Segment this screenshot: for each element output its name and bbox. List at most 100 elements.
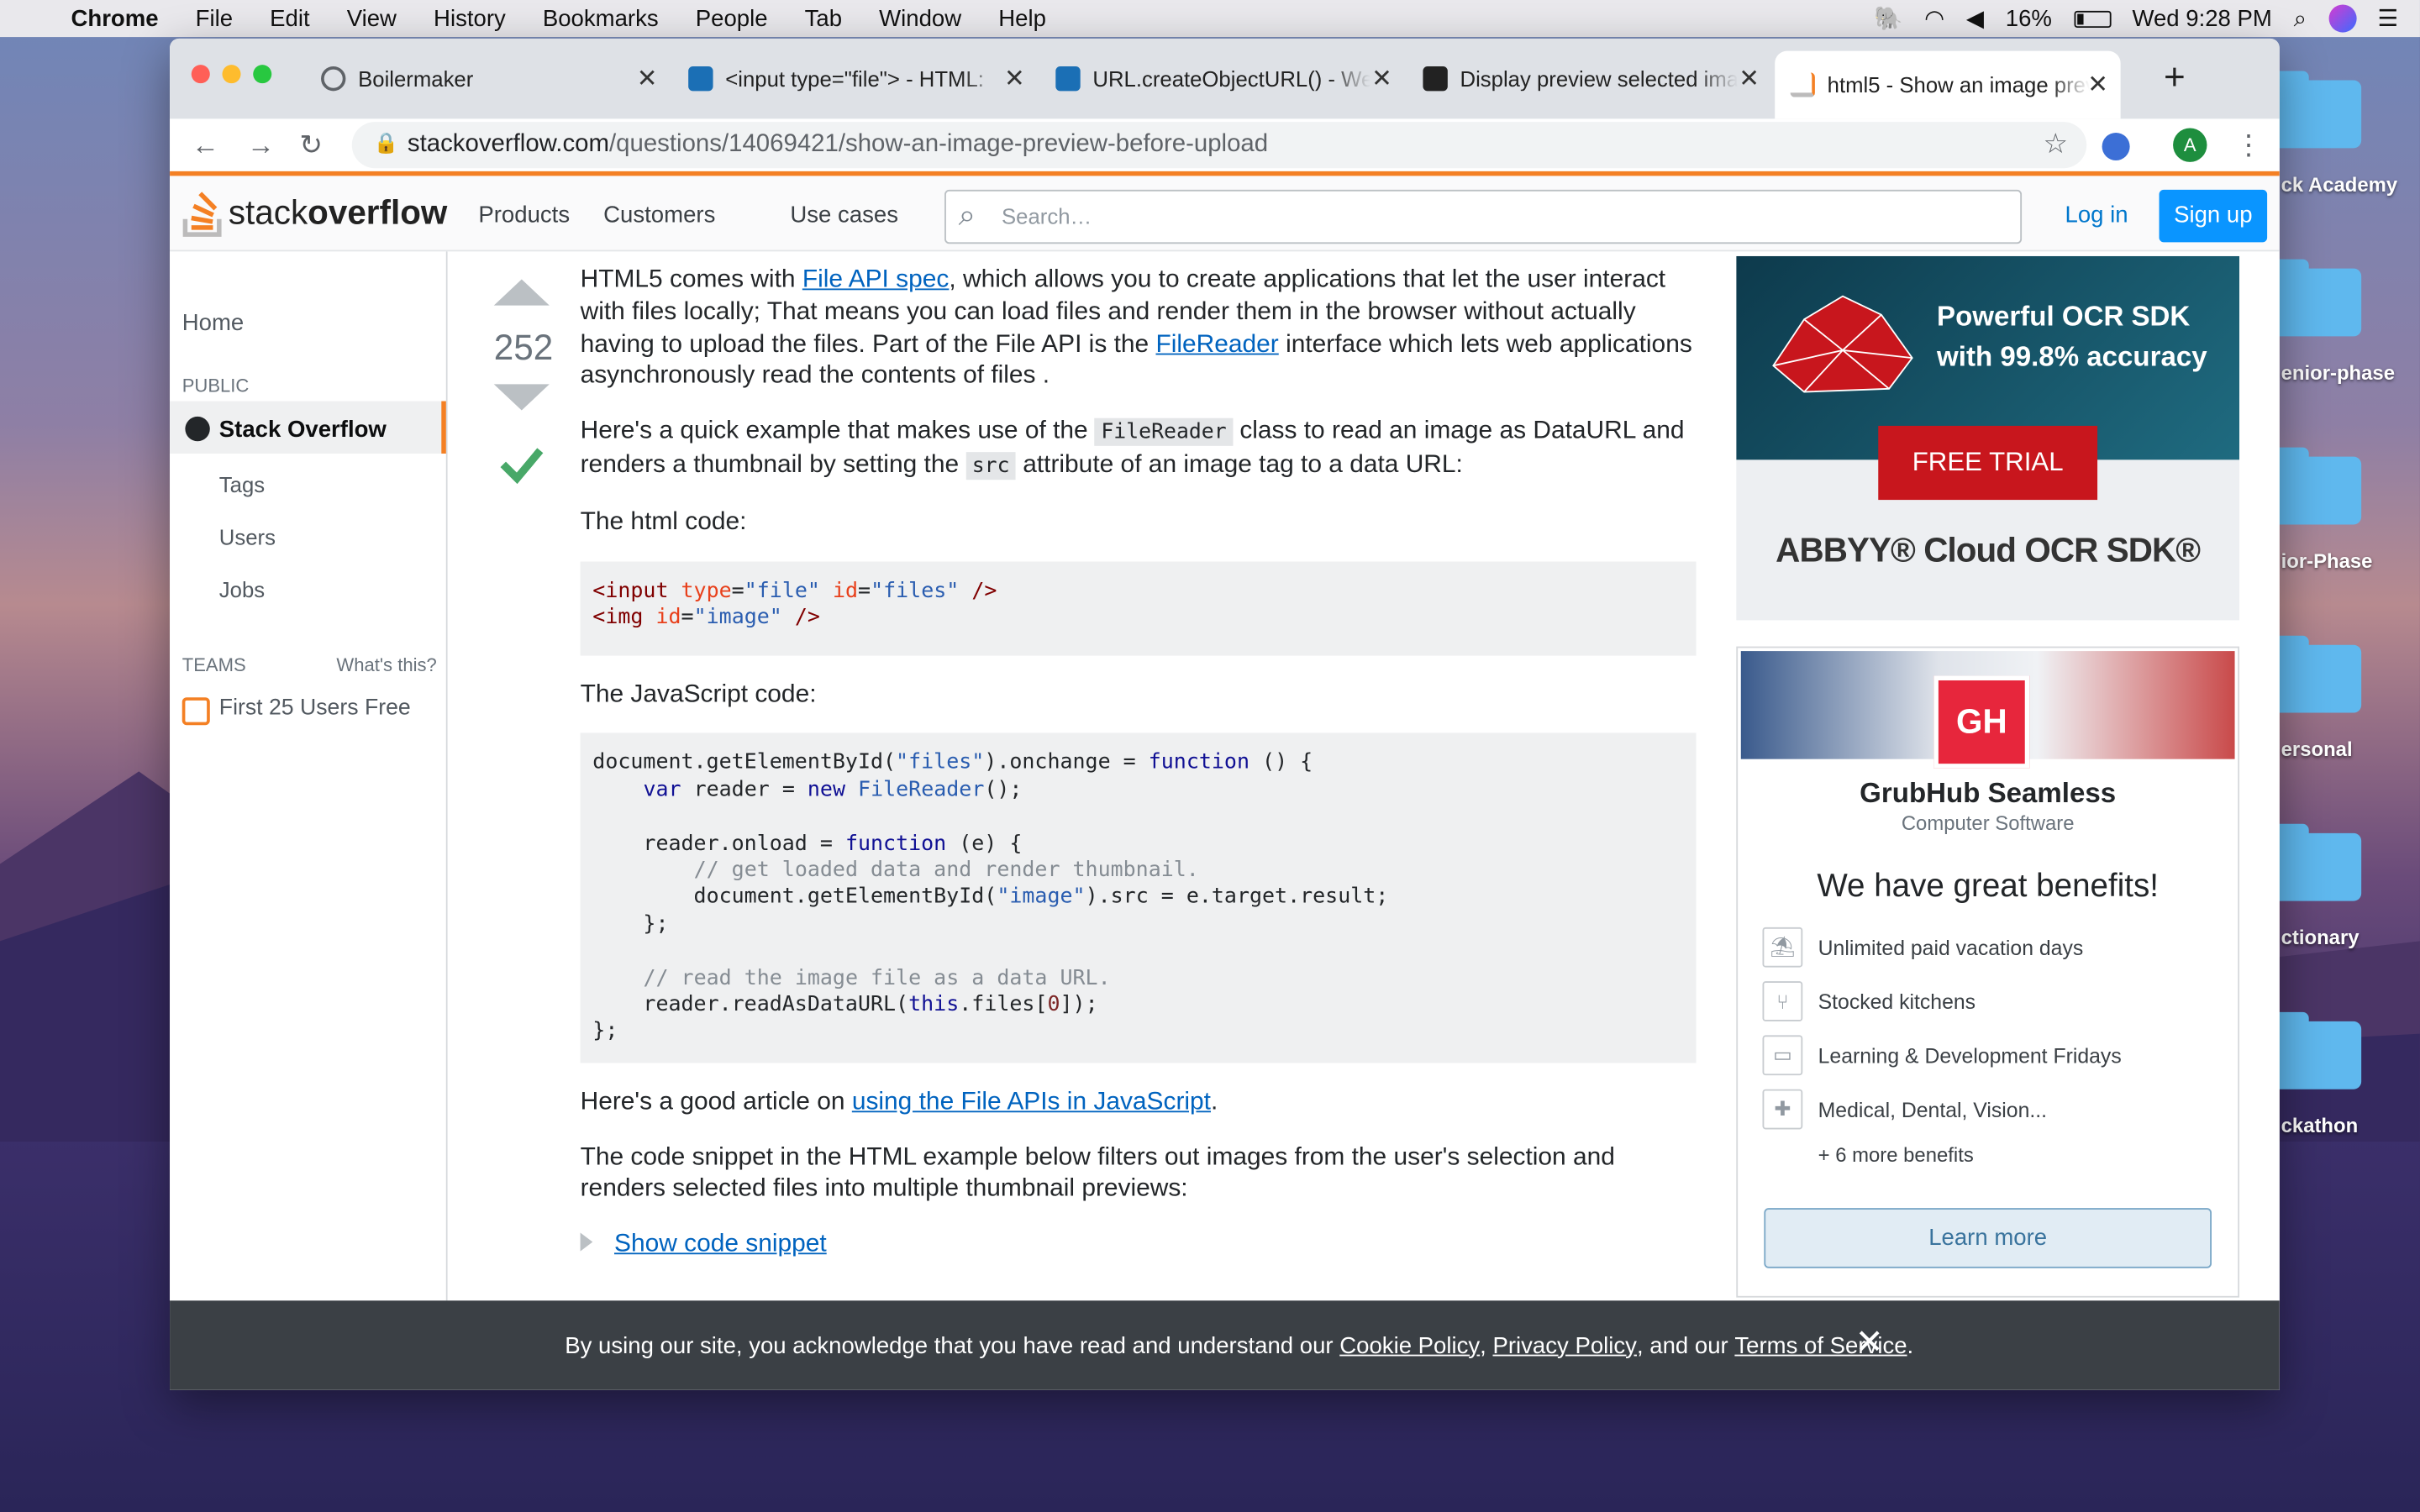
- menu-window[interactable]: Window: [860, 5, 980, 31]
- logo-text-overflow: overflow: [308, 192, 448, 232]
- sidebar-caption-public: PUBLIC: [182, 375, 250, 397]
- forward-icon[interactable]: →: [247, 129, 275, 162]
- bookmark-star-icon[interactable]: ☆: [2044, 128, 2069, 160]
- zoom-window-button[interactable]: [253, 65, 272, 84]
- lock-icon[interactable]: 🔒: [373, 131, 398, 155]
- mdn-icon: [688, 66, 713, 92]
- close-cookie-banner-icon[interactable]: ✕: [1855, 1322, 1884, 1362]
- new-tab-button[interactable]: +: [2149, 54, 2195, 103]
- menu-edit[interactable]: Edit: [251, 5, 329, 31]
- downvote-icon[interactable]: [493, 384, 550, 411]
- menu-people[interactable]: People: [677, 5, 786, 31]
- desktop-folder-icon[interactable]: [2271, 71, 2362, 149]
- menu-history[interactable]: History: [415, 5, 524, 31]
- js-code-block[interactable]: document.getElementById("files").onchang…: [580, 733, 1697, 1063]
- triangle-right-icon: [580, 1232, 593, 1252]
- profile-avatar[interactable]: A: [2173, 128, 2207, 162]
- sidebar-item-jobs[interactable]: Jobs: [219, 577, 265, 601]
- desktop-folder-label[interactable]: enior-phase: [2281, 361, 2395, 385]
- file-apis-article-link[interactable]: using the File APIs in JavaScript: [852, 1088, 1211, 1116]
- cookie-policy-link[interactable]: Cookie Policy: [1339, 1332, 1480, 1358]
- nav-use-cases[interactable]: Use cases: [790, 202, 898, 228]
- sidebar-item-tags[interactable]: Tags: [219, 472, 265, 496]
- chrome-window: Boilermaker ✕ <input type="file"> - HTML…: [170, 38, 2280, 1390]
- desktop-folder-label[interactable]: ctionary: [2281, 926, 2360, 949]
- tab-mdn-createobjecturl[interactable]: URL.createObjectURL() - We ✕: [1040, 54, 1404, 103]
- tab-display-preview[interactable]: Display preview selected ima ✕: [1407, 54, 1771, 103]
- close-tab-icon[interactable]: ✕: [2087, 70, 2108, 101]
- desktop-folder-icon[interactable]: [2271, 1011, 2362, 1089]
- menu-tab[interactable]: Tab: [786, 5, 861, 31]
- nav-customers[interactable]: Customers: [603, 202, 715, 228]
- back-icon[interactable]: ←: [192, 129, 219, 162]
- desktop-folder-icon[interactable]: [2271, 823, 2362, 901]
- snippet-toggle[interactable]: Show code snippet: [580, 1228, 1697, 1260]
- text: Here's a good article on: [580, 1087, 852, 1116]
- desktop-folder-label[interactable]: ior-Phase: [2281, 549, 2373, 573]
- filereader-link[interactable]: FileReader: [1155, 329, 1278, 357]
- inline-code: FileReader: [1095, 418, 1234, 447]
- desktop-folder-label[interactable]: ckathon: [2281, 1114, 2359, 1137]
- elephant-icon[interactable]: 🐘: [1874, 5, 1902, 32]
- siri-icon[interactable]: [2328, 4, 2356, 33]
- tab-stackoverflow-active[interactable]: html5 - Show an image previ ✕: [1775, 50, 2121, 119]
- nav-products[interactable]: Products: [478, 202, 570, 228]
- right-sidebar: Powerful OCR SDK with 99.8% accuracy FRE…: [1736, 251, 2280, 1301]
- browser-toolbar: ← → ↻ 🔒 stackoverflow.com/questions/1406…: [170, 118, 2280, 175]
- close-tab-icon[interactable]: ✕: [1004, 63, 1025, 94]
- menu-app-name[interactable]: Chrome: [50, 5, 177, 31]
- company-name[interactable]: GrubHub Seamless: [1738, 778, 2238, 811]
- menu-help[interactable]: Help: [980, 5, 1065, 31]
- spotlight-icon[interactable]: ⌕: [2294, 5, 2307, 31]
- notification-center-icon[interactable]: ☰: [2378, 5, 2399, 32]
- battery-percent: 16%: [2005, 5, 2052, 32]
- show-code-snippet-link[interactable]: Show code snippet: [614, 1230, 827, 1257]
- desktop-folder-label[interactable]: ersonal: [2281, 738, 2353, 761]
- close-tab-icon[interactable]: ✕: [1371, 63, 1392, 94]
- sidebar-item-users[interactable]: Users: [219, 524, 276, 549]
- extension-icon[interactable]: [2102, 132, 2130, 161]
- minimize-window-button[interactable]: [222, 65, 241, 84]
- login-button[interactable]: Log in: [2065, 202, 2128, 228]
- free-trial-button[interactable]: FREE TRIAL: [1878, 425, 2098, 501]
- close-tab-icon[interactable]: ✕: [637, 63, 658, 94]
- desktop-folder-icon[interactable]: [2271, 447, 2362, 525]
- sidebar-item-label[interactable]: Stack Overflow: [219, 417, 387, 443]
- menu-bookmarks[interactable]: Bookmarks: [524, 5, 677, 31]
- close-tab-icon[interactable]: ✕: [1739, 63, 1760, 94]
- accepted-check-icon[interactable]: [498, 441, 544, 487]
- close-window-button[interactable]: [191, 65, 210, 84]
- stackoverflow-logo[interactable]: stack overflow: [182, 188, 448, 238]
- learn-more-button[interactable]: Learn more: [1764, 1208, 2212, 1268]
- cloud-mesh-icon: [1772, 295, 1913, 393]
- privacy-policy-link[interactable]: Privacy Policy: [1492, 1332, 1636, 1358]
- company-category: Computer Software: [1901, 811, 2075, 835]
- tab-mdn-input-file[interactable]: <input type="file"> - HTML: ✕: [673, 54, 1037, 103]
- battery-icon[interactable]: [2073, 9, 2111, 28]
- upvote-icon[interactable]: [493, 279, 550, 306]
- html-code-block[interactable]: <input type="file" id="files" /> <img id…: [580, 560, 1697, 655]
- whats-this-link[interactable]: What's this?: [336, 654, 436, 676]
- desktop-folder-icon[interactable]: [2271, 635, 2362, 713]
- url-path: /questions/14069421/show-an-image-previe…: [608, 131, 1269, 158]
- ocr-advertisement[interactable]: Powerful OCR SDK with 99.8% accuracy FRE…: [1736, 255, 2240, 621]
- menu-view[interactable]: View: [329, 5, 415, 31]
- wifi-icon[interactable]: ◠: [1924, 5, 1944, 32]
- text: .: [1211, 1087, 1218, 1116]
- menubar-clock[interactable]: Wed 9:28 PM: [2132, 5, 2271, 31]
- desktop-folder-icon[interactable]: [2271, 259, 2362, 337]
- sidebar-item-first-25-free[interactable]: First 25 Users Free: [219, 696, 411, 720]
- company-logo[interactable]: GH: [1933, 675, 2030, 769]
- volume-icon[interactable]: ◀: [1966, 5, 1984, 32]
- address-bar[interactable]: 🔒 stackoverflow.com/questions/14069421/s…: [351, 122, 2087, 169]
- tab-boilermaker[interactable]: Boilermaker ✕: [306, 54, 670, 103]
- signup-button[interactable]: Sign up: [2159, 189, 2268, 243]
- kebab-menu-icon[interactable]: ⋮: [2235, 129, 2263, 162]
- reload-icon[interactable]: ↻: [299, 129, 323, 162]
- sidebar-item-home[interactable]: Home: [182, 310, 244, 336]
- file-api-spec-link[interactable]: File API spec: [802, 265, 950, 293]
- desktop-folder-label[interactable]: ck Academy: [2281, 173, 2397, 197]
- tab-strip: Boilermaker ✕ <input type="file"> - HTML…: [170, 38, 2280, 119]
- menu-file[interactable]: File: [177, 5, 251, 31]
- search-input[interactable]: ⌕ Search…: [944, 189, 2023, 244]
